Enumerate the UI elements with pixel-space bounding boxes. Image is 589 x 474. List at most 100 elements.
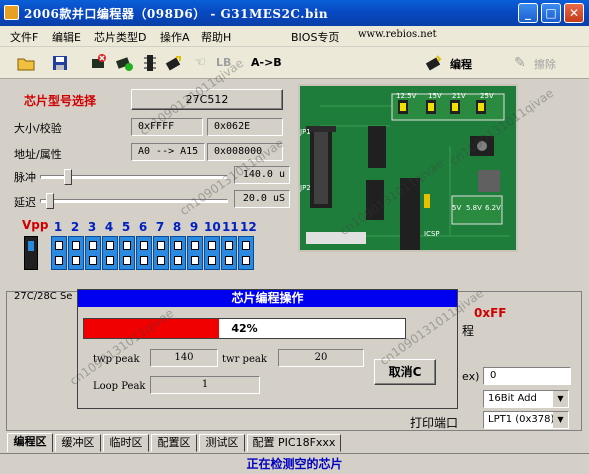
dropdown-arrow-icon[interactable]: ▼ bbox=[553, 391, 568, 407]
dip-switch[interactable] bbox=[238, 236, 254, 270]
chip-blank-check-icon[interactable] bbox=[164, 53, 184, 73]
pulse-slider-thumb[interactable] bbox=[64, 169, 72, 185]
erase-button[interactable]: 擦除 bbox=[534, 56, 556, 72]
dip-switch[interactable] bbox=[136, 236, 152, 270]
pin-number: 10 bbox=[204, 220, 221, 234]
save-disk-icon[interactable] bbox=[50, 53, 70, 73]
erase-icon[interactable]: ✎ bbox=[510, 53, 530, 73]
a-to-b-button[interactable]: A->B bbox=[251, 56, 282, 69]
twr-value: 20 bbox=[278, 349, 364, 367]
address-mode-select[interactable]: 16Bit Add ▼ bbox=[483, 390, 569, 408]
board-voltage: 25V bbox=[480, 92, 494, 100]
pin-number: 1 bbox=[53, 220, 63, 234]
tab-buffer[interactable]: 缓冲区 bbox=[55, 434, 101, 452]
pin-number: 8 bbox=[172, 220, 182, 234]
delay-label: 延迟 bbox=[14, 196, 36, 209]
delay-slider-thumb[interactable] bbox=[46, 193, 54, 209]
pin-number: 5 bbox=[121, 220, 131, 234]
dropdown-arrow-icon[interactable]: ▼ bbox=[553, 412, 568, 428]
pulse-label: 脉冲 bbox=[14, 171, 36, 184]
pin-number: 12 bbox=[240, 220, 257, 234]
pin-number: 11 bbox=[222, 220, 239, 234]
close-button[interactable]: ✕ bbox=[564, 3, 584, 23]
offset-label: ex) bbox=[462, 370, 480, 383]
board-voltage-low: 6.2V bbox=[485, 204, 501, 212]
program-button[interactable]: 编程 bbox=[450, 56, 472, 72]
dip-switch[interactable] bbox=[68, 236, 84, 270]
twp-value: 140 bbox=[150, 349, 218, 367]
address-range-field: A0 --> A15 bbox=[131, 143, 205, 161]
address-attribute-field: 0x008000 bbox=[207, 143, 283, 161]
size-checksum-label: 大小/校验 bbox=[14, 122, 62, 135]
tab-program[interactable]: 编程区 bbox=[7, 433, 53, 452]
tab-temp[interactable]: 临时区 bbox=[103, 434, 149, 452]
twp-label: twp peak bbox=[93, 354, 140, 365]
chip-read-icon[interactable] bbox=[114, 53, 134, 73]
dip-switch[interactable] bbox=[51, 236, 67, 270]
dip-switch[interactable] bbox=[204, 236, 220, 270]
address-attribute-label: 地址/属性 bbox=[14, 148, 62, 161]
dip-switch[interactable] bbox=[119, 236, 135, 270]
app-icon bbox=[4, 5, 19, 20]
settings-group-label: 27C/28C Se bbox=[14, 291, 73, 302]
board-voltage-low: 5V bbox=[452, 204, 461, 212]
twr-label: twr peak bbox=[222, 354, 267, 365]
fill-value-label: 0xFF bbox=[474, 306, 507, 320]
board-icsp-label: ICSP bbox=[424, 230, 440, 238]
menu-chip-type[interactable]: 芯片类型D bbox=[94, 29, 146, 45]
menu-file[interactable]: 文件F bbox=[10, 29, 38, 45]
tab-config[interactable]: 配置区 bbox=[151, 434, 197, 452]
dip-switch[interactable] bbox=[170, 236, 186, 270]
title-bar[interactable]: 2006款并口编程器（098D6） - G31MES2C.bin _ □ ✕ bbox=[0, 0, 589, 26]
lb-button[interactable]: LB bbox=[216, 56, 231, 69]
delay-slider-track[interactable] bbox=[40, 199, 228, 203]
cancel-button[interactable]: 取消C bbox=[374, 359, 436, 385]
loop-peak-label: Loop Peak bbox=[93, 381, 146, 392]
checksum-field: 0x062E bbox=[207, 118, 283, 136]
lock-bits-icon[interactable]: ☜ bbox=[190, 53, 210, 73]
offset-input[interactable]: 0 bbox=[483, 367, 571, 385]
maximize-button[interactable]: □ bbox=[541, 3, 561, 23]
toolbar: ☜ LB A->B 编程 ✎ 擦除 bbox=[0, 47, 589, 79]
board-voltage: 21V bbox=[452, 92, 466, 100]
menu-help[interactable]: 帮助H bbox=[201, 29, 231, 45]
dip-switch[interactable] bbox=[102, 236, 118, 270]
size-field: 0xFFFF bbox=[131, 118, 203, 136]
board-voltage: 12.5V bbox=[396, 92, 417, 100]
pulse-value-field: 140.0 u bbox=[234, 166, 290, 184]
vpp-label: Vpp bbox=[22, 218, 49, 232]
vpp-switch[interactable] bbox=[24, 236, 38, 270]
pin-number: 6 bbox=[138, 220, 148, 234]
board-voltage-low: 5.8V bbox=[466, 204, 482, 212]
tab-config-pic18[interactable]: 配置 PIC18Fxxx bbox=[247, 434, 341, 452]
menu-bios-page[interactable]: BIOS专页 bbox=[291, 29, 339, 45]
menu-bar: 文件F 编辑E 芯片类型D 操作A 帮助H BIOS专页 www.rebios.… bbox=[0, 26, 589, 46]
program-chip-icon[interactable] bbox=[424, 53, 444, 73]
dip-switch[interactable] bbox=[85, 236, 101, 270]
print-port-label: 打印端口 bbox=[410, 416, 459, 430]
progress-bar: 42% bbox=[83, 318, 406, 339]
address-mode-value: 16Bit Add bbox=[488, 393, 537, 404]
program-sub-label: 程 bbox=[462, 324, 475, 338]
dip-switch[interactable] bbox=[187, 236, 203, 270]
chip-model-button[interactable]: 27C512 bbox=[131, 89, 283, 110]
dip-switch[interactable] bbox=[153, 236, 169, 270]
menu-website[interactable]: www.rebios.net bbox=[358, 29, 437, 40]
programmer-board-image: 12.5V 15V 21V 25V JP1 JP2 ICSP 5V 5.8V 6… bbox=[298, 84, 518, 252]
pin-number: 2 bbox=[70, 220, 80, 234]
print-port-select[interactable]: LPT1 (0x378) ▼ bbox=[483, 411, 569, 429]
board-jp2-label: JP2 bbox=[300, 184, 311, 192]
delay-value-field: 20.0 uS bbox=[234, 190, 290, 208]
chip-erase-icon[interactable] bbox=[88, 53, 108, 73]
menu-operate[interactable]: 操作A bbox=[160, 29, 190, 45]
open-folder-icon[interactable] bbox=[16, 53, 36, 73]
tab-test[interactable]: 测试区 bbox=[199, 434, 245, 452]
pin-number: 3 bbox=[87, 220, 97, 234]
board-voltage: 15V bbox=[428, 92, 442, 100]
progress-text: 42% bbox=[231, 322, 258, 335]
menu-edit[interactable]: 编辑E bbox=[52, 29, 81, 45]
dip-switch[interactable] bbox=[221, 236, 237, 270]
chip-verify-icon[interactable] bbox=[140, 53, 160, 73]
minimize-button[interactable]: _ bbox=[518, 3, 538, 23]
pin-number: 4 bbox=[104, 220, 114, 234]
